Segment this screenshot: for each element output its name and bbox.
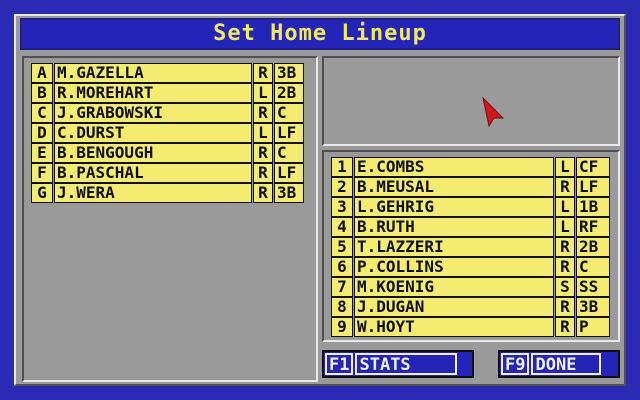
bench-key: B: [31, 83, 53, 103]
bench-row[interactable]: D C.DURST L LF: [31, 123, 304, 143]
lineup-row[interactable]: 8 J.DUGAN R 3B: [331, 297, 610, 317]
lineup-player-position: SS: [576, 277, 610, 297]
done-button[interactable]: F9 DONE: [498, 350, 620, 378]
batting-order-number: 9: [331, 317, 353, 337]
bench-row[interactable]: A M.GAZELLA R 3B: [31, 63, 304, 83]
lineup-player-hand: R: [555, 257, 575, 277]
lineup-row[interactable]: 9 W.HOYT R P: [331, 317, 610, 337]
bench-player-position: 3B: [274, 63, 304, 83]
batting-order-number: 8: [331, 297, 353, 317]
lineup-player-hand: R: [555, 317, 575, 337]
lineup-row[interactable]: 7 M.KOENIG S SS: [331, 277, 610, 297]
lineup-row[interactable]: 1 E.COMBS L CF: [331, 157, 610, 177]
lineup-player-name: E.COMBS: [354, 157, 554, 177]
lineup-player-position: LF: [576, 177, 610, 197]
bench-player-hand: L: [253, 123, 273, 143]
bench-player-name: C.DURST: [54, 123, 252, 143]
bench-key: F: [31, 163, 53, 183]
bench-player-name: R.MOREHART: [54, 83, 252, 103]
bench-player-hand: R: [253, 143, 273, 163]
lineup-player-name: B.MEUSAL: [354, 177, 554, 197]
bench-key: A: [31, 63, 53, 83]
bench-player-position: LF: [274, 163, 304, 183]
batting-order-number: 2: [331, 177, 353, 197]
lineup-player-hand: R: [555, 297, 575, 317]
game-screen: Set Home Lineup A M.GAZELLA R 3B B R.MOR…: [0, 0, 640, 400]
stats-key-label: F1: [325, 353, 354, 375]
batting-order-number: 7: [331, 277, 353, 297]
bench-row[interactable]: B R.MOREHART L 2B: [31, 83, 304, 103]
done-key-label: F9: [501, 353, 530, 375]
lineup-player-name: P.COLLINS: [354, 257, 554, 277]
batting-order-number: 5: [331, 237, 353, 257]
bench-key: D: [31, 123, 53, 143]
lineup-player-hand: L: [555, 217, 575, 237]
lineup-player-position: P: [576, 317, 610, 337]
lineup-player-position: 3B: [576, 297, 610, 317]
lineup-player-position: 2B: [576, 237, 610, 257]
lineup-player-hand: L: [555, 157, 575, 177]
lineup-player-position: RF: [576, 217, 610, 237]
bench-player-hand: R: [253, 183, 273, 203]
bench-player-hand: R: [253, 163, 273, 183]
bench-key: G: [31, 183, 53, 203]
batting-order-list: 1 E.COMBS L CF 2 B.MEUSAL R LF 3 L.GEHRI…: [331, 157, 610, 337]
bench-player-hand: L: [253, 83, 273, 103]
stats-button[interactable]: F1 STATS: [322, 350, 474, 378]
lineup-player-name: L.GEHRIG: [354, 197, 554, 217]
bench-player-name: B.BENGOUGH: [54, 143, 252, 163]
bench-row[interactable]: C J.GRABOWSKI R C: [31, 103, 304, 123]
bench-player-name: J.WERA: [54, 183, 252, 203]
bench-player-name: B.PASCHAL: [54, 163, 252, 183]
lineup-row[interactable]: 3 L.GEHRIG L 1B: [331, 197, 610, 217]
bench-player-hand: R: [253, 103, 273, 123]
stats-button-label: STATS: [355, 353, 458, 375]
lineup-player-hand: L: [555, 197, 575, 217]
bench-player-position: 3B: [274, 183, 304, 203]
field-preview-panel: [322, 56, 620, 146]
bench-list: A M.GAZELLA R 3B B R.MOREHART L 2B C J.G…: [31, 63, 304, 203]
lineup-player-name: B.RUTH: [354, 217, 554, 237]
lineup-player-hand: R: [555, 237, 575, 257]
lineup-player-name: J.DUGAN: [354, 297, 554, 317]
bench-key: E: [31, 143, 53, 163]
lineup-player-position: CF: [576, 157, 610, 177]
lineup-player-name: W.HOYT: [354, 317, 554, 337]
bench-player-position: C: [274, 103, 304, 123]
lineup-row[interactable]: 6 P.COLLINS R C: [331, 257, 610, 277]
bench-player-position: C: [274, 143, 304, 163]
batting-order-number: 1: [331, 157, 353, 177]
bench-key: C: [31, 103, 53, 123]
bench-row[interactable]: E B.BENGOUGH R C: [31, 143, 304, 163]
lineup-row[interactable]: 4 B.RUTH L RF: [331, 217, 610, 237]
bench-player-hand: R: [253, 63, 273, 83]
batting-order-number: 4: [331, 217, 353, 237]
bench-row[interactable]: G J.WERA R 3B: [31, 183, 304, 203]
lineup-player-hand: R: [555, 177, 575, 197]
batting-order-number: 3: [331, 197, 353, 217]
mouse-pointer-icon: [482, 96, 505, 128]
bench-player-name: J.GRABOWSKI: [54, 103, 252, 123]
lineup-row[interactable]: 5 T.LAZZERI R 2B: [331, 237, 610, 257]
lineup-player-name: M.KOENIG: [354, 277, 554, 297]
lineup-row[interactable]: 2 B.MEUSAL R LF: [331, 177, 610, 197]
bench-row[interactable]: F B.PASCHAL R LF: [31, 163, 304, 183]
bench-player-position: LF: [274, 123, 304, 143]
lineup-player-position: C: [576, 257, 610, 277]
done-button-label: DONE: [531, 353, 602, 375]
lineup-player-name: T.LAZZERI: [354, 237, 554, 257]
batting-order-number: 6: [331, 257, 353, 277]
page-title: Set Home Lineup: [20, 18, 620, 50]
bench-player-position: 2B: [274, 83, 304, 103]
lineup-player-hand: S: [555, 277, 575, 297]
bench-player-name: M.GAZELLA: [54, 63, 252, 83]
lineup-player-position: 1B: [576, 197, 610, 217]
